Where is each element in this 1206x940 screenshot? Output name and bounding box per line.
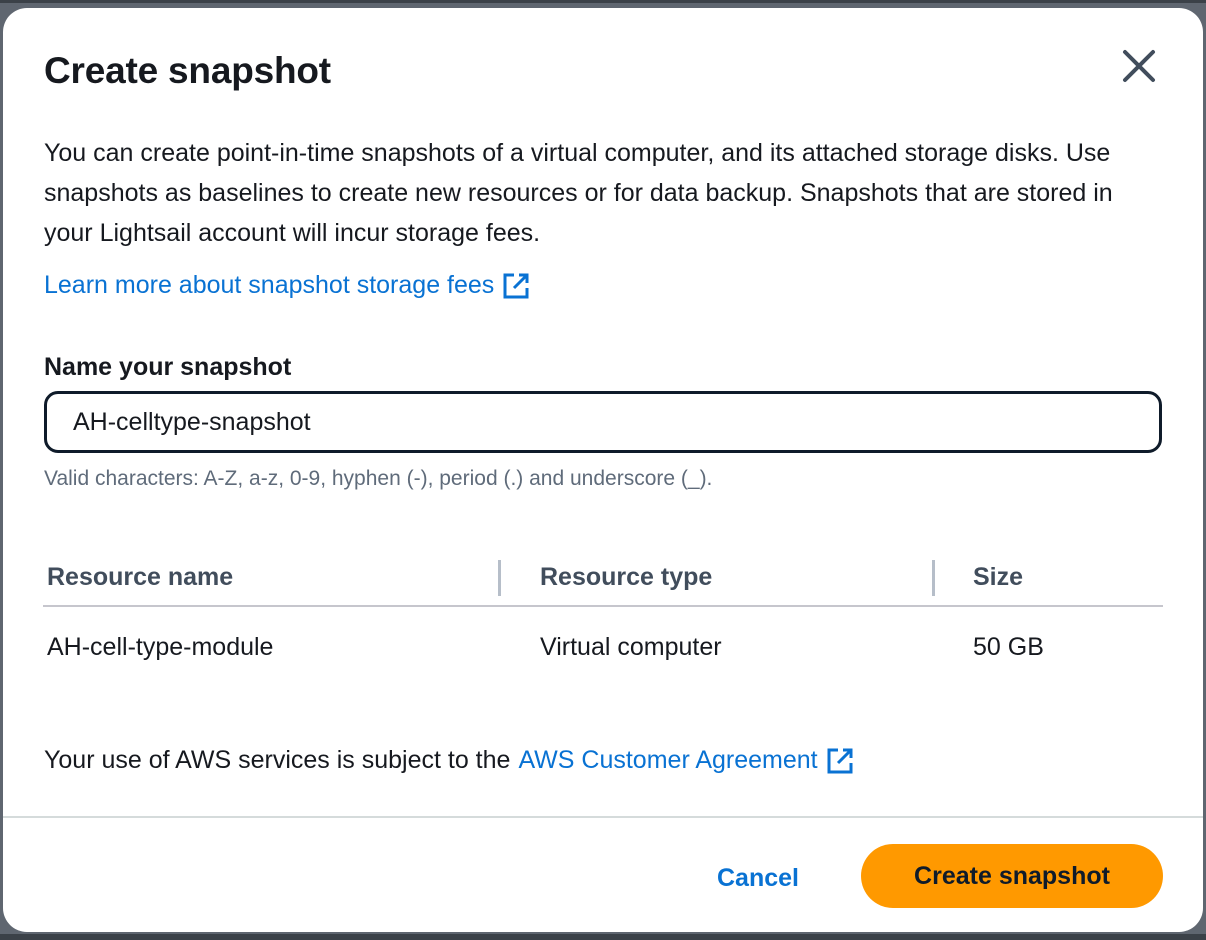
- column-resizer[interactable]: [498, 560, 501, 596]
- dialog-description: You can create point-in-time snapshots o…: [44, 139, 1113, 247]
- create-snapshot-dialog: Create snapshot You can create point-in-…: [3, 8, 1203, 932]
- backdrop-bar: [0, 0, 1206, 3]
- cancel-button[interactable]: Cancel: [703, 858, 813, 898]
- table-row: AH-cell-type-module Virtual computer 50 …: [43, 607, 1163, 687]
- cell-size: 50 GB: [973, 633, 1044, 661]
- column-resizer[interactable]: [932, 560, 935, 596]
- cell-resource-name: AH-cell-type-module: [47, 633, 274, 661]
- column-header-resource-name: Resource name: [47, 563, 234, 591]
- agreement-link-label: AWS Customer Agreement: [518, 746, 818, 774]
- resource-table: Resource name Resource type Size AH-cell…: [43, 548, 1163, 687]
- dialog-title: Create snapshot: [44, 50, 331, 91]
- snapshot-name-hint: Valid characters: A-Z, a-z, 0-9, hyphen …: [44, 467, 713, 490]
- cell-resource-type: Virtual computer: [540, 633, 722, 661]
- column-header-size: Size: [973, 563, 1024, 591]
- snapshot-name-label: Name your snapshot: [44, 353, 292, 381]
- create-snapshot-button[interactable]: Create snapshot: [861, 844, 1163, 908]
- close-button[interactable]: [1117, 44, 1161, 88]
- footer-divider: [3, 816, 1203, 818]
- table-header: Resource name Resource type Size: [43, 548, 1163, 607]
- snapshot-name-input[interactable]: [44, 391, 1162, 453]
- column-header-resource-type: Resource type: [540, 563, 713, 591]
- close-icon: [1123, 50, 1155, 82]
- backdrop-bar: [0, 934, 1206, 940]
- external-link-icon: [827, 748, 853, 773]
- agreement-text: Your use of AWS services is subject to t…: [44, 746, 511, 774]
- learn-more-link[interactable]: Learn more about snapshot storage fees: [44, 271, 530, 300]
- aws-customer-agreement-link[interactable]: AWS Customer Agreement: [518, 746, 853, 775]
- external-link-icon: [503, 273, 529, 298]
- agreement-notice: Your use of AWS services is subject to t…: [44, 746, 854, 775]
- learn-more-link-label: Learn more about snapshot storage fees: [44, 271, 495, 299]
